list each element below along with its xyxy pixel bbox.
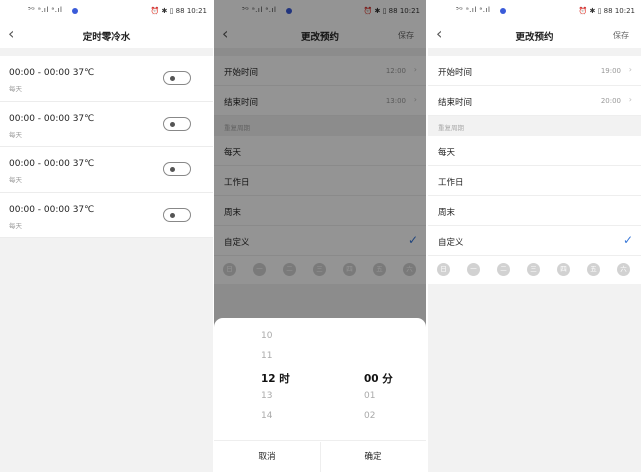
schedule-repeat: 每天 <box>9 130 22 139</box>
status-right: ⏰ ✱ ▯ 88 10:21 <box>578 7 635 15</box>
notification-dot-icon <box>500 8 506 14</box>
weekday-selector: 日 一 二 三 四 五 六 <box>428 256 641 284</box>
schedule-repeat: 每天 <box>9 85 22 93</box>
repeat-option-weekend[interactable]: 周末 <box>428 196 641 226</box>
weekday-tue[interactable]: 二 <box>497 263 510 276</box>
end-time-label: 结束时间 <box>438 98 473 108</box>
schedule-repeat: 每天 <box>9 176 22 184</box>
signal-icon: ⁵ᴳ ᵃ.ıl ᵃ.ıl <box>28 6 63 14</box>
weekday-thu[interactable]: 四 <box>557 263 570 276</box>
status-bar: ⁵ᴳ ᵃ.ıl ᵃ.ıl ⏰ ✱ ▯ 88 10:21 <box>428 0 641 22</box>
option-label: 工作日 <box>438 178 464 188</box>
schedule-time: 00:00 - 00:00 37℃ <box>9 68 95 78</box>
picker-row[interactable]: 10 <box>214 331 426 351</box>
toggle-knob <box>170 76 175 81</box>
time-picker-sheet: 10 11 12 时 00 分 13 01 14 02 取消 确定 <box>214 318 426 472</box>
schedule-item[interactable]: 00:00 - 00:00 37℃ 每天 <box>0 147 213 193</box>
schedule-list: 00:00 - 00:00 37℃ 每天 00:00 - 00:00 37℃ 每… <box>0 56 213 238</box>
option-label: 周末 <box>438 208 456 218</box>
section-gap <box>428 48 641 56</box>
repeat-option-daily[interactable]: 每天 <box>428 136 641 166</box>
page-title: 定时零冷水 <box>82 32 131 43</box>
schedule-time: 00:00 - 00:00 37℃ <box>9 159 95 169</box>
page-title: 更改预约 <box>515 32 554 43</box>
picker-row[interactable]: 13 01 <box>214 391 426 411</box>
end-time-row[interactable]: 结束时间 20:00 › <box>428 86 641 116</box>
toggle-knob <box>170 121 175 127</box>
picker-row-selected[interactable]: 12 时 00 分 <box>214 371 426 391</box>
option-label: 自定义 <box>438 238 464 248</box>
weekday-sun[interactable]: 日 <box>437 263 450 276</box>
repeat-section-header: 重复周期 <box>428 116 641 136</box>
schedule-item[interactable]: 00:00 - 00:00 37℃ 每天 <box>0 193 213 238</box>
weekday-mon[interactable]: 一 <box>467 263 480 276</box>
picker-hour: 11 <box>261 351 273 361</box>
chevron-right-icon: › <box>628 65 632 74</box>
chevron-right-icon: › <box>628 95 632 104</box>
picker-divider <box>214 440 426 441</box>
picker-hour: 10 <box>261 331 273 341</box>
picker-hour: 14 <box>261 411 273 421</box>
nav-bar: ‹ 更改预约 保存 <box>428 22 641 48</box>
schedule-toggle[interactable] <box>163 116 191 131</box>
picker-hour: 13 <box>261 391 273 401</box>
cancel-button[interactable]: 取消 <box>214 450 320 462</box>
schedule-toggle[interactable] <box>163 71 191 85</box>
repeat-option-custom[interactable]: 自定义 ✓ <box>428 226 641 256</box>
picker-minute: 02 <box>364 411 376 421</box>
signal-icon: ⁵ᴳ ᵃ.ıl ᵃ.ıl <box>456 6 491 14</box>
status-bar: ⁵ᴳ ᵃ.ıl ᵃ.ıl ⏰ ✱ ▯ 88 10:21 <box>0 0 213 22</box>
status-right: ⏰ ✱ ▯ 88 10:21 <box>150 7 207 15</box>
picker-row[interactable]: 11 <box>214 351 426 371</box>
schedule-repeat: 每天 <box>9 221 22 230</box>
edit-schedule-screen-picker: ⁵ᴳ ᵃ.ıl ᵃ.ıl ⏰ ✱ ▯ 88 10:21 ‹ 更改预约 保存 开始… <box>214 0 426 472</box>
weekday-sat[interactable]: 六 <box>617 263 630 276</box>
picker-row[interactable]: 14 02 <box>214 411 426 431</box>
picker-minute: 01 <box>364 391 376 401</box>
picker-minute-selected: 00 分 <box>364 373 393 385</box>
confirm-button[interactable]: 确定 <box>320 450 426 462</box>
schedule-item[interactable]: 00:00 - 00:00 37℃ 每天 <box>0 102 213 147</box>
repeat-header-label: 重复周期 <box>438 124 464 132</box>
schedule-toggle[interactable] <box>163 207 191 222</box>
repeat-option-workday[interactable]: 工作日 <box>428 166 641 196</box>
schedule-item[interactable]: 00:00 - 00:00 37℃ 每天 <box>0 56 213 102</box>
schedule-time: 00:00 - 00:00 37℃ <box>9 113 95 124</box>
notification-dot-icon <box>72 8 78 14</box>
start-time-row[interactable]: 开始时间 19:00 › <box>428 56 641 86</box>
weekday-wed[interactable]: 三 <box>527 263 540 276</box>
end-time-value: 20:00 <box>600 97 621 105</box>
edit-schedule-screen: ⁵ᴳ ᵃ.ıl ᵃ.ıl ⏰ ✱ ▯ 88 10:21 ‹ 更改预约 保存 开始… <box>428 0 641 472</box>
toggle-knob <box>170 212 175 218</box>
weekday-fri[interactable]: 五 <box>587 263 600 276</box>
picker-hour-selected: 12 时 <box>261 373 290 385</box>
save-button[interactable]: 保存 <box>613 30 629 41</box>
toggle-knob <box>170 167 175 172</box>
check-icon: ✓ <box>622 233 633 247</box>
schedule-time: 00:00 - 00:00 37℃ <box>9 204 95 215</box>
start-time-value: 19:00 <box>600 67 621 75</box>
start-time-label: 开始时间 <box>438 68 473 78</box>
schedule-toggle[interactable] <box>163 162 191 176</box>
timer-list-screen: ⁵ᴳ ᵃ.ıl ᵃ.ıl ⏰ ✱ ▯ 88 10:21 ‹ 定时零冷水 00:0… <box>0 0 213 472</box>
option-label: 每天 <box>438 148 456 158</box>
nav-bar: ‹ 定时零冷水 <box>0 22 213 48</box>
